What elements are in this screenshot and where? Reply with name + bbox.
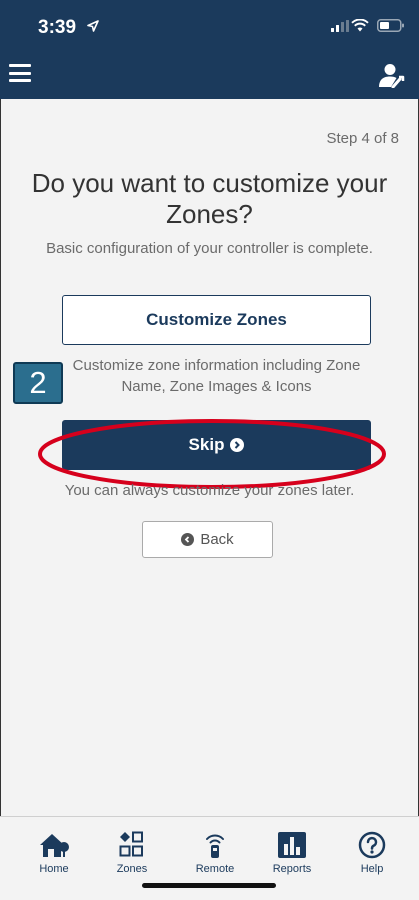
battery-icon — [377, 19, 404, 32]
step-indicator: Step 4 of 8 — [326, 130, 399, 147]
status-bar: 3:39 — [0, 0, 419, 52]
tab-home-label: Home — [39, 863, 69, 875]
home-icon — [40, 834, 69, 857]
tab-help[interactable]: Help — [330, 817, 414, 900]
menu-icon[interactable] — [9, 64, 31, 82]
customize-zones-description: Customize zone information including Zon… — [72, 357, 361, 395]
customize-zones-button[interactable]: Customize Zones — [62, 295, 371, 345]
wifi-icon — [351, 19, 369, 32]
zones-icon — [119, 831, 143, 857]
help-icon — [358, 831, 386, 859]
location-arrow-icon — [87, 20, 99, 32]
top-nav-bar — [0, 52, 419, 99]
user-settings-icon[interactable] — [377, 62, 405, 88]
skip-note: You can always customize your zones late… — [64, 482, 355, 499]
tab-home[interactable]: Home — [12, 817, 96, 900]
tab-help-label: Help — [360, 863, 384, 875]
cellular-signal-icon — [331, 20, 349, 32]
back-button[interactable]: Back — [142, 521, 273, 558]
highlight-ellipse — [38, 419, 386, 489]
tab-remote-label: Remote — [195, 863, 235, 875]
tab-reports-label: Reports — [272, 863, 312, 875]
home-indicator — [142, 883, 276, 888]
page-subtitle: Basic configuration of your controller i… — [46, 240, 373, 257]
page-title: Do you want to customize your Zones? — [31, 168, 388, 229]
chevron-left-circle-icon — [181, 533, 195, 546]
back-button-label: Back — [200, 531, 234, 548]
tab-zones-label: Zones — [116, 863, 148, 875]
remote-icon — [206, 834, 224, 858]
step-annotation-badge: 2 — [13, 362, 63, 404]
status-time: 3:39 — [38, 17, 77, 38]
reports-icon — [278, 832, 306, 858]
